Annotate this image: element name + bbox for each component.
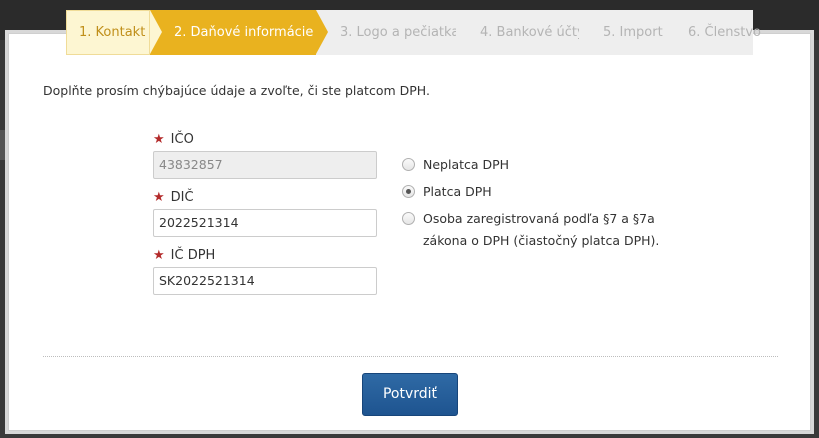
dic-label: ★ DIČ: [153, 190, 194, 205]
confirm-button[interactable]: Potvrdiť: [362, 373, 458, 416]
icdph-label: ★ IČ DPH: [153, 248, 216, 263]
ico-input[interactable]: 43832857: [153, 151, 377, 179]
intro-text: Doplňte prosím chýbajúce údaje a zvoľte,…: [43, 83, 430, 98]
vat-option-payer[interactable]: Platca DPH: [402, 181, 492, 203]
step-logo-a-peciatka[interactable]: 3. Logo a pečiatka: [316, 10, 468, 55]
wizard-steps: 1. Kontakt 2. Daňové informácie 3. Logo …: [66, 10, 761, 55]
required-icon: ★: [153, 190, 165, 205]
step-danove-informacie[interactable]: 2. Daňové informácie: [150, 10, 328, 55]
tax-info-modal: Doplňte prosím chýbajúce údaje a zvoľte,…: [8, 33, 811, 431]
radio-button[interactable]: [402, 212, 415, 225]
vat-option-partial-payer[interactable]: Osoba zaregistrovaná podľa §7 a §7a záko…: [402, 208, 659, 252]
step-clenstvo[interactable]: 6. Členstvo: [664, 10, 761, 55]
vat-option-non-payer[interactable]: Neplatca DPH: [402, 154, 509, 176]
step-import[interactable]: 5. Import: [579, 10, 676, 55]
dic-input[interactable]: 2022521314: [153, 209, 377, 237]
required-icon: ★: [153, 248, 165, 263]
ico-label: ★ IČO: [153, 132, 194, 147]
radio-button-checked[interactable]: [402, 185, 415, 198]
step-kontakt[interactable]: 1. Kontakt: [66, 10, 162, 55]
radio-button[interactable]: [402, 158, 415, 171]
required-icon: ★: [153, 132, 165, 147]
page-backdrop-edge: [0, 130, 8, 160]
step-bankove-ucty[interactable]: 4. Bankové účty: [456, 10, 591, 55]
divider: [43, 356, 778, 357]
icdph-input[interactable]: SK2022521314: [153, 267, 377, 295]
